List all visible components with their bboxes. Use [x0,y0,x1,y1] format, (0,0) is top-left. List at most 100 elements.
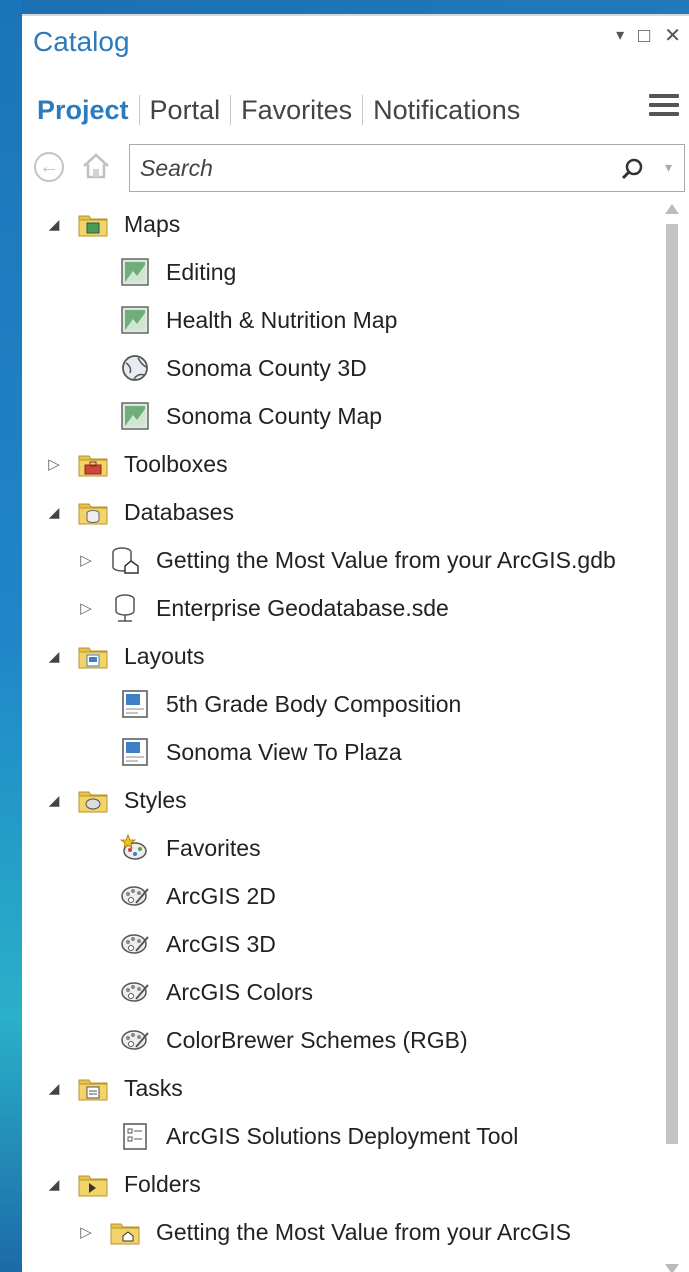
style-palette-icon [118,879,152,913]
tree-category-row[interactable]: ◢ Layouts [44,636,205,676]
tree-item-label: Health & Nutrition Map [166,306,398,333]
tab-favorites[interactable]: Favorites [231,95,362,126]
folder-toolbox-icon [76,447,110,481]
tree-category-row[interactable]: ◢ Maps [44,204,180,244]
tree-category-row[interactable]: ◢ Databases [44,492,234,532]
task-icon [118,1119,152,1153]
tree-item-row[interactable]: ArcGIS Colors [76,972,313,1012]
tree-item-label: Sonoma County Map [166,402,383,429]
window-controls: ▾ □ ✕ [616,26,681,46]
tree-category-row[interactable]: ◢ Styles [44,780,187,820]
layout-icon [118,735,152,769]
folder-home-icon [108,1215,142,1249]
folder-maps-icon [76,207,110,241]
expanded-triangle-icon[interactable]: ◢ [44,1080,64,1097]
expanded-triangle-icon[interactable]: ◢ [44,648,64,665]
tree-item-label: ArcGIS 2D [166,882,276,909]
home-icon[interactable] [80,150,112,182]
expanded-triangle-icon[interactable]: ◢ [44,1176,64,1193]
maximize-icon[interactable]: □ [638,26,650,46]
vertical-scrollbar[interactable] [663,204,681,1272]
tree-item-row[interactable]: Sonoma View To Plaza [76,732,402,772]
map-icon [118,303,152,337]
catalog-pane: Catalog ▾ □ ✕ Project Portal Favorites N… [22,14,689,1272]
search-input[interactable] [140,153,580,183]
close-icon[interactable]: ✕ [664,26,681,46]
folder-database-icon [76,495,110,529]
tree-item-label: 5th Grade Body Composition [166,690,462,717]
tab-notifications[interactable]: Notifications [363,95,530,126]
collapsed-triangle-icon[interactable]: ▷ [76,551,96,569]
folder-tasks-icon [76,1071,110,1105]
tree-item-label: Enterprise Geodatabase.sde [156,594,449,621]
globe-scene-icon [118,351,152,385]
tree-item-row[interactable]: Health & Nutrition Map [76,300,397,340]
tree-item-label: Maps [124,210,181,237]
tree-category-row[interactable]: ◢ Folders [44,1164,201,1204]
hamburger-menu-icon[interactable] [649,94,679,120]
tab-portal[interactable]: Portal [140,95,231,126]
pane-titlebar: Catalog ▾ □ ✕ [22,16,689,72]
tree-category-row[interactable]: ▷ Toolboxes [44,444,228,484]
tree-item-label: ColorBrewer Schemes (RGB) [166,1026,468,1053]
search-box: ▾ [129,144,685,192]
tree-item-label: ArcGIS Colors [166,978,313,1005]
tree-item-label: ArcGIS Solutions Deployment Tool [166,1122,519,1149]
expanded-triangle-icon[interactable]: ◢ [44,504,64,521]
expanded-triangle-icon[interactable]: ◢ [44,792,64,809]
database-connection-icon [108,591,142,625]
style-palette-icon [118,975,152,1009]
tree-item-row[interactable]: Sonoma County 3D [76,348,367,388]
tree-item-label: Toolboxes [124,450,228,477]
search-options-chevron-down-icon[interactable]: ▾ [665,159,672,176]
tree-item-label: Favorites [166,834,261,861]
tree-item-row[interactable]: ArcGIS 3D [76,924,276,964]
tree-item-row[interactable]: ▷ Getting the Most Value from your ArcGIS… [76,540,616,580]
tree-item-row[interactable]: ArcGIS 2D [76,876,276,916]
tree-item-row[interactable]: Favorites [76,828,261,868]
tree-item-label: Styles [124,786,187,813]
style-palette-icon [118,1023,152,1057]
folder-folders-icon [76,1167,110,1201]
catalog-tabs: Project Portal Favorites Notifications [37,92,530,128]
collapsed-triangle-icon[interactable]: ▷ [44,455,64,473]
layout-icon [118,687,152,721]
tree-item-label: Getting the Most Value from your ArcGIS [156,1218,572,1245]
tree-item-label: Layouts [124,642,205,669]
tree-item-row[interactable]: ▷ Getting the Most Value from your ArcGI… [76,1212,571,1252]
tree-item-row[interactable]: Sonoma County Map [76,396,382,436]
style-favorites-icon [118,831,152,865]
tree-item-row[interactable]: Editing [76,252,236,292]
search-icon[interactable] [620,156,646,182]
tab-project[interactable]: Project [37,95,139,126]
tree-category-row[interactable]: ◢ Tasks [44,1068,183,1108]
tree-item-label: Databases [124,498,234,525]
tree-item-label: Sonoma View To Plaza [166,738,402,765]
tree-item-label: Editing [166,258,237,285]
style-palette-icon [118,927,152,961]
collapsed-triangle-icon[interactable]: ▷ [76,1223,96,1241]
folder-layouts-icon [76,639,110,673]
folder-styles-icon [76,783,110,817]
tree-item-row[interactable]: ▷ Enterprise Geodatabase.sde [76,588,449,628]
tree-item-row[interactable]: ColorBrewer Schemes (RGB) [76,1020,468,1060]
tree-item-label: Sonoma County 3D [166,354,367,381]
back-arrow-icon[interactable]: ← [34,152,64,182]
tree-item-label: Getting the Most Value from your ArcGIS.… [156,546,616,573]
tree-item-row[interactable]: 5th Grade Body Composition [76,684,461,724]
tree-item-label: Folders [124,1170,201,1197]
desktop-background [0,0,22,1272]
pane-options-dropdown-icon[interactable]: ▾ [616,26,624,46]
scrollbar-thumb[interactable] [666,224,678,1144]
map-icon [118,255,152,289]
map-icon [118,399,152,433]
tree-item-label: ArcGIS 3D [166,930,276,957]
tree-item-label: Tasks [124,1074,183,1101]
geodatabase-home-icon [108,543,142,577]
scroll-down-arrow-icon[interactable] [665,1264,679,1272]
pane-title: Catalog [33,26,130,57]
tree-item-row[interactable]: ArcGIS Solutions Deployment Tool [76,1116,518,1156]
scroll-up-arrow-icon[interactable] [665,204,679,214]
expanded-triangle-icon[interactable]: ◢ [44,216,64,233]
collapsed-triangle-icon[interactable]: ▷ [76,599,96,617]
